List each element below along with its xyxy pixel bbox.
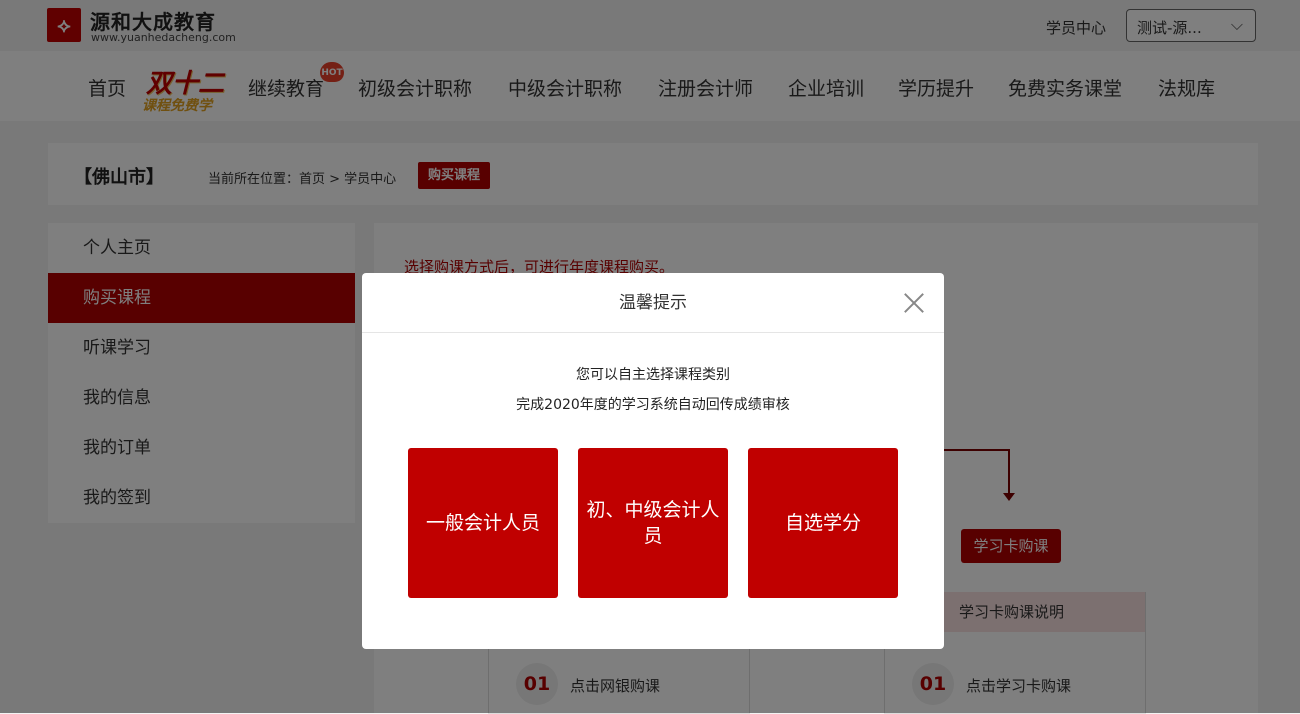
close-icon[interactable] — [900, 289, 928, 317]
choice-general-accountant-button[interactable]: 一般会计人员 — [408, 448, 558, 598]
choice-junior-intermediate-button[interactable]: 初、中级会计人员 — [578, 448, 728, 598]
dialog-message-line1: 您可以自主选择课程类别 — [576, 367, 730, 383]
dialog-message-line2: 完成2020年度的学习系统自动回传成绩审核 — [516, 397, 790, 413]
dialog-title: 温馨提示 — [362, 273, 944, 333]
choice-self-select-credits-button[interactable]: 自选学分 — [748, 448, 898, 598]
tip-dialog: 温馨提示 您可以自主选择课程类别 完成2020年度的学习系统自动回传成绩审核 一… — [362, 273, 944, 649]
